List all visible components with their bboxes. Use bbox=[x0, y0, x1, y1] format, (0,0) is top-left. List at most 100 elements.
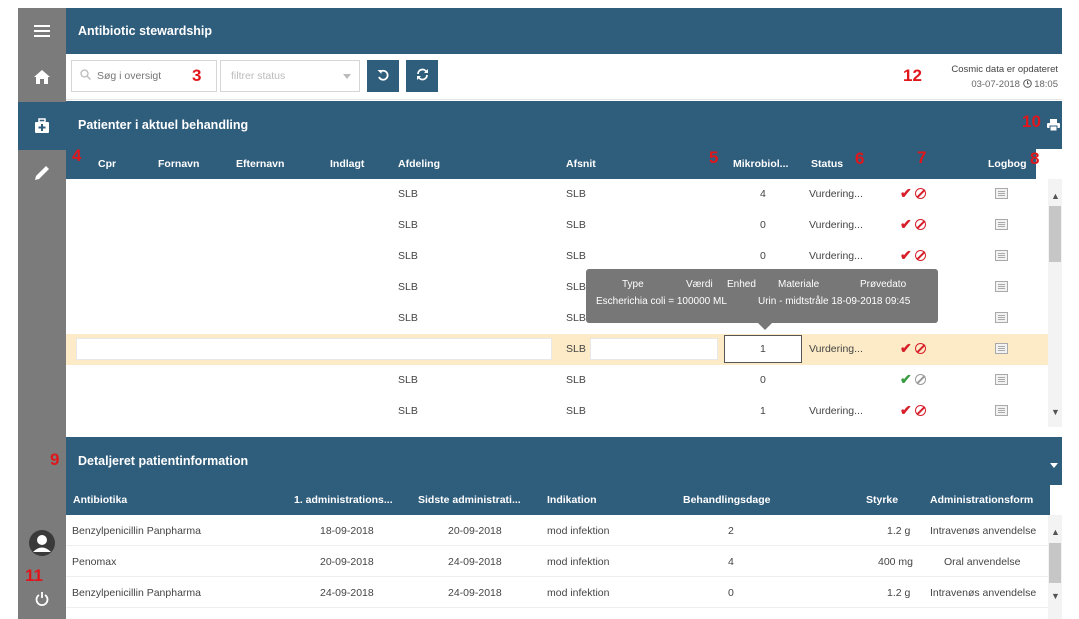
column-header-logbog[interactable]: Logbog bbox=[988, 158, 1026, 170]
check-icon[interactable]: ✔ bbox=[900, 216, 912, 232]
column-header-mikrobiologi[interactable]: Mikrobiol... bbox=[733, 158, 788, 170]
cell-indikation: mod infektion bbox=[547, 525, 610, 537]
ban-icon[interactable] bbox=[914, 343, 926, 354]
medical-kit-button[interactable] bbox=[18, 102, 66, 150]
cell-afdeling: SLB bbox=[398, 281, 418, 293]
table-row[interactable]: SLB SLB 0 ✔ bbox=[66, 365, 1048, 396]
logbook-icon[interactable] bbox=[995, 188, 1008, 199]
annotation-12: 12 bbox=[903, 66, 922, 85]
logbook-icon[interactable] bbox=[995, 312, 1008, 323]
cell-last-administration: 20-09-2018 bbox=[448, 525, 502, 537]
logbook-icon[interactable] bbox=[995, 374, 1008, 385]
logbook-icon[interactable] bbox=[995, 405, 1008, 416]
column-header-afdeling[interactable]: Afdeling bbox=[398, 158, 440, 170]
table-row[interactable]: SLB SLB 0 Vurdering... ✔ bbox=[66, 241, 1048, 272]
logbook-icon[interactable] bbox=[995, 281, 1008, 292]
patients-scrollbar[interactable]: ▲ ▼ bbox=[1048, 179, 1062, 427]
ban-icon[interactable] bbox=[914, 250, 926, 261]
cell-antibiotika: Benzylpenicillin Panpharma bbox=[72, 525, 201, 537]
column-header-indikation[interactable]: Indikation bbox=[547, 494, 597, 506]
redacted-field bbox=[76, 338, 552, 360]
refresh-icon bbox=[416, 68, 429, 84]
cosmic-update-label: Cosmic data er opdateret bbox=[951, 64, 1058, 75]
check-icon[interactable]: ✔ bbox=[900, 371, 912, 387]
table-row[interactable]: Benzylpenicillin Panpharma 18-09-2018 20… bbox=[66, 515, 1050, 546]
scroll-up-icon[interactable]: ▲ bbox=[1051, 191, 1060, 201]
menu-button[interactable] bbox=[18, 8, 66, 54]
column-header-antibiotika[interactable]: Antibiotika bbox=[73, 494, 127, 506]
table-row[interactable]: SLB SLB 4 Vurdering... ✔ bbox=[66, 179, 1048, 210]
cell-indikation: mod infektion bbox=[547, 587, 610, 599]
cell-status: Vurdering... bbox=[809, 343, 863, 355]
logbook-icon[interactable] bbox=[995, 343, 1008, 354]
refresh-button[interactable] bbox=[406, 60, 438, 92]
column-header-indlagt[interactable]: Indlagt bbox=[330, 158, 364, 170]
cell-afsnit: SLB bbox=[566, 405, 586, 417]
logbook-icon[interactable] bbox=[995, 250, 1008, 261]
scroll-up-icon[interactable]: ▲ bbox=[1051, 527, 1060, 537]
tooltip-header-materiale: Materiale bbox=[778, 279, 820, 290]
user-button[interactable] bbox=[18, 520, 66, 566]
annotation-6: 6 bbox=[855, 149, 865, 168]
cell-mikrobiologi[interactable]: 0 bbox=[760, 250, 766, 262]
edit-button[interactable] bbox=[18, 150, 66, 196]
check-icon[interactable]: ✔ bbox=[900, 247, 912, 263]
column-header-first-administration[interactable]: 1. administrations... bbox=[294, 494, 393, 506]
column-header-cpr[interactable]: Cpr bbox=[98, 158, 116, 170]
ban-icon[interactable] bbox=[914, 188, 926, 199]
cell-administrationsform: Oral anvendelse bbox=[944, 556, 1021, 568]
table-row[interactable]: Benzylpenicillin Panpharma 24-09-2018 24… bbox=[66, 577, 1050, 608]
cell-mikrobiologi[interactable]: 1 bbox=[760, 405, 766, 417]
cell-administrationsform: Intravenøs anvendelse bbox=[930, 587, 1037, 599]
cell-first-administration: 24-09-2018 bbox=[320, 587, 374, 599]
cell-first-administration: 18-09-2018 bbox=[320, 525, 374, 537]
cell-status: Vurdering... bbox=[809, 219, 863, 231]
logbook-icon[interactable] bbox=[995, 219, 1008, 230]
tooltip-value-organism: Escherichia coli = 100000 ML bbox=[596, 296, 727, 307]
column-header-status[interactable]: Status bbox=[811, 158, 843, 170]
cell-mikrobiologi[interactable]: 4 bbox=[760, 188, 766, 200]
status-filter-select[interactable]: filtrer status bbox=[220, 60, 360, 92]
cell-afdeling: SLB bbox=[398, 188, 418, 200]
undo-button[interactable] bbox=[367, 60, 399, 92]
search-input[interactable] bbox=[97, 70, 197, 82]
column-header-behandlingsdage[interactable]: Behandlingsdage bbox=[683, 494, 771, 506]
cell-behandlingsdage: 0 bbox=[728, 587, 734, 599]
annotation-8: 8 bbox=[1030, 149, 1040, 168]
scroll-down-icon[interactable]: ▼ bbox=[1051, 591, 1060, 601]
details-section-title: Detaljeret patientinformation bbox=[78, 454, 249, 468]
table-row[interactable]: SLB SLB 0 Vurdering... ✔ bbox=[66, 210, 1048, 241]
table-row[interactable]: SLB SLB 1 Vurdering... ✔ bbox=[66, 396, 1048, 427]
column-header-last-administration[interactable]: Sidste administrati... bbox=[418, 494, 521, 506]
cell-mikrobiologi[interactable]: 0 bbox=[760, 374, 766, 386]
column-header-styrke[interactable]: Styrke bbox=[866, 494, 898, 506]
approve-reject-actions: ✔ bbox=[900, 216, 926, 233]
cell-antibiotika: Penomax bbox=[72, 556, 117, 568]
user-icon bbox=[29, 530, 55, 556]
scrollbar-thumb[interactable] bbox=[1049, 543, 1061, 583]
home-button[interactable] bbox=[18, 54, 66, 100]
approve-reject-actions: ✔ bbox=[900, 340, 926, 357]
column-header-administrationsform[interactable]: Administrationsform bbox=[930, 494, 1033, 506]
column-header-fornavn[interactable]: Fornavn bbox=[158, 158, 199, 170]
annotation-10: 10 bbox=[1022, 112, 1041, 131]
scrollbar-thumb[interactable] bbox=[1049, 206, 1061, 262]
cosmic-update-info: Cosmic data er opdateret 03-07-2018 18:0… bbox=[951, 62, 1058, 92]
details-scrollbar[interactable]: ▲ ▼ bbox=[1048, 515, 1062, 619]
table-row[interactable]: Penomax 20-09-2018 24-09-2018 mod infekt… bbox=[66, 546, 1050, 577]
check-icon[interactable]: ✔ bbox=[900, 340, 912, 356]
print-icon[interactable] bbox=[1047, 119, 1060, 134]
table-row-selected[interactable]: SLB 1 Vurdering... ✔ bbox=[66, 334, 1048, 365]
cell-mikrobiologi[interactable]: 1 bbox=[760, 343, 766, 355]
ban-icon[interactable] bbox=[914, 374, 926, 385]
check-icon[interactable]: ✔ bbox=[900, 402, 912, 418]
cell-afsnit: SLB bbox=[566, 374, 586, 386]
collapse-caret-icon[interactable] bbox=[1050, 457, 1058, 471]
ban-icon[interactable] bbox=[914, 219, 926, 230]
cell-mikrobiologi[interactable]: 0 bbox=[760, 219, 766, 231]
column-header-efternavn[interactable]: Efternavn bbox=[236, 158, 284, 170]
column-header-afsnit[interactable]: Afsnit bbox=[566, 158, 596, 170]
check-icon[interactable]: ✔ bbox=[900, 185, 912, 201]
ban-icon[interactable] bbox=[914, 405, 926, 416]
scroll-down-icon[interactable]: ▼ bbox=[1051, 407, 1060, 417]
